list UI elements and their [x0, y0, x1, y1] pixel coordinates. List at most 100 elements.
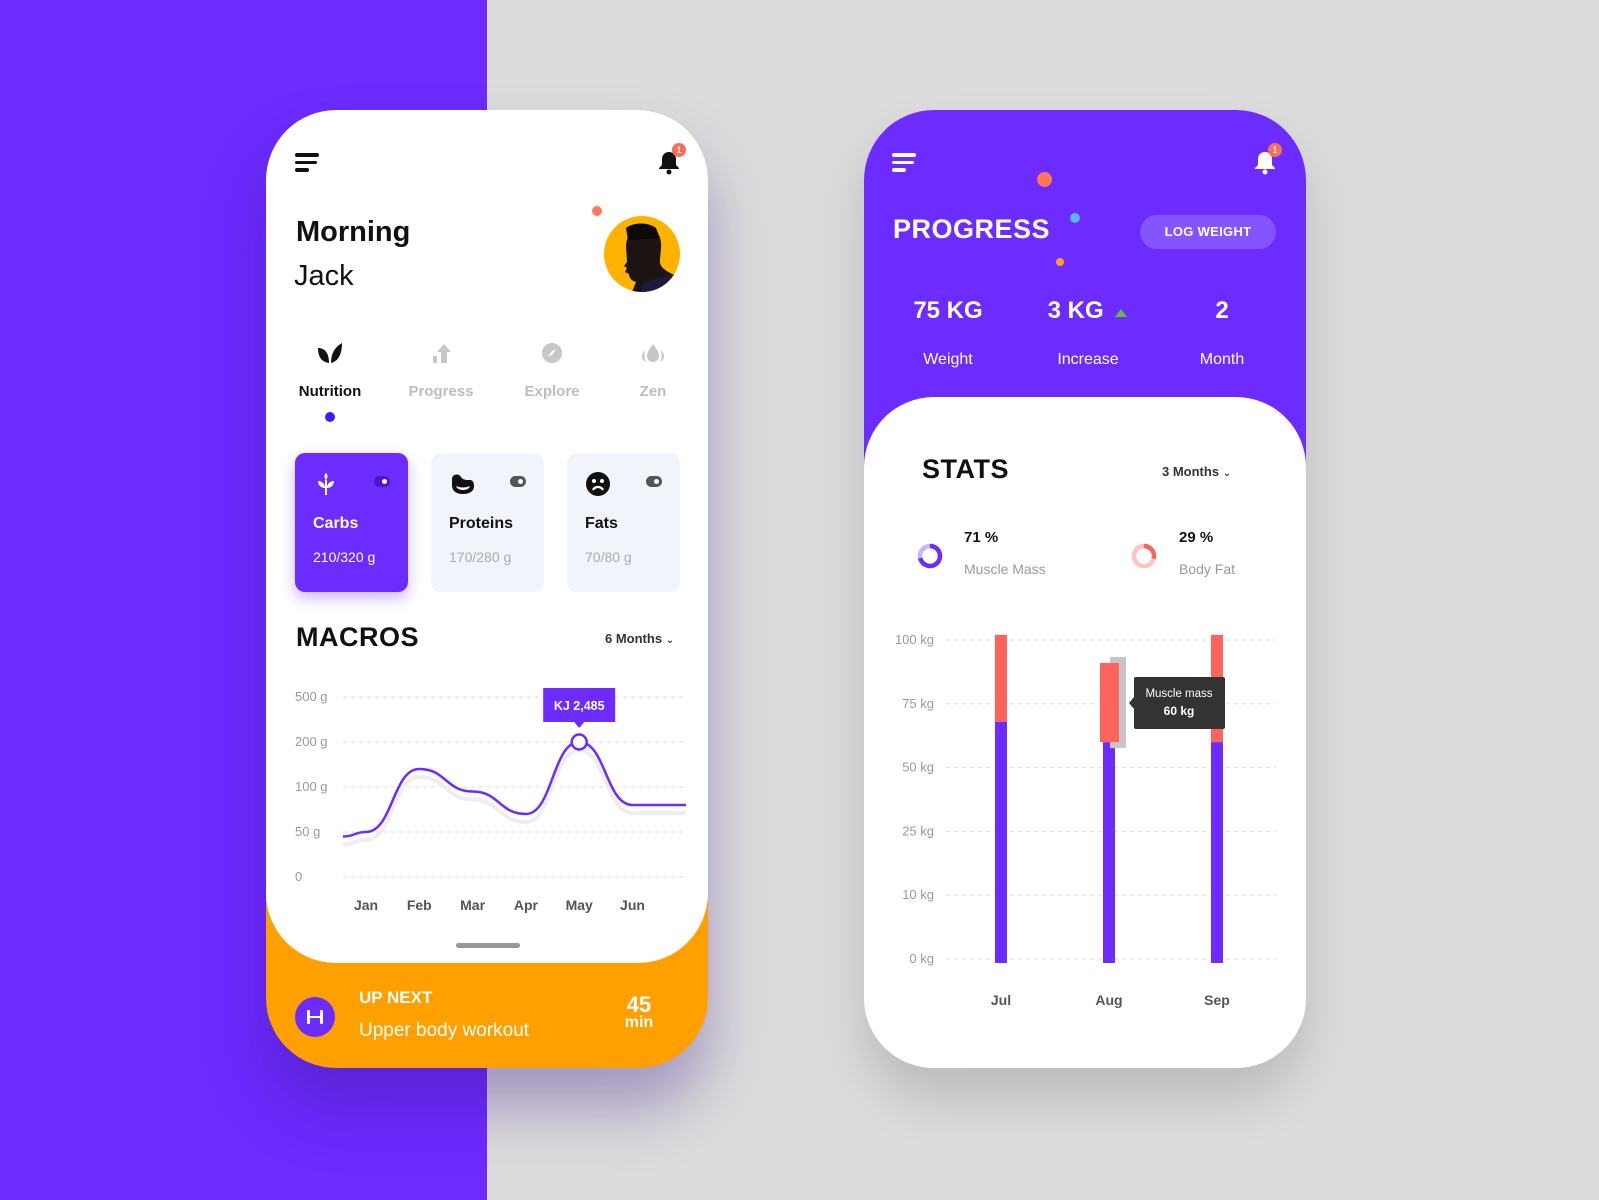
- stat-value: 2: [1215, 297, 1229, 324]
- nutrition-sheet: 1 Morning Jack Nutrition Progress Explor…: [266, 110, 708, 963]
- body-fat-value: 29 %: [1179, 529, 1214, 546]
- x-tick-label: Jun: [620, 897, 645, 913]
- chart-arrow-icon: [433, 344, 451, 363]
- stat-month: 2 Month: [1162, 297, 1282, 369]
- progress-screen: 1 PROGRESS LOG WEIGHT 75 KG Weight 3 KG …: [864, 110, 1306, 1068]
- stat-label: Increase: [1057, 351, 1119, 368]
- chart-tooltip: [1134, 677, 1225, 729]
- macros-period-dropdown[interactable]: 6 Months ⌄: [605, 631, 674, 646]
- macro-name: Fats: [585, 515, 618, 532]
- decor-dot: [1037, 172, 1052, 187]
- macro-value: 170/280 g: [449, 549, 512, 565]
- muscle-mass-label: Muscle Mass: [964, 561, 1046, 577]
- notification-badge: 1: [1268, 143, 1282, 157]
- macro-value: 70/80 g: [585, 549, 632, 565]
- x-tick-label: Mar: [460, 897, 485, 913]
- x-tick-label: Sep: [1204, 992, 1230, 1008]
- greeting: Morning: [296, 216, 411, 248]
- decor-dot: [1056, 258, 1064, 266]
- bar-muscle-mass: [995, 721, 1007, 963]
- notification-button[interactable]: 1: [1253, 143, 1282, 176]
- tab-label: Progress: [408, 383, 474, 400]
- macro-value: 210/320 g: [313, 549, 376, 565]
- macros-chart: 0 50 g 100 g 200 g 500 g Jan Feb Mar Apr May Jun KJ…: [295, 688, 686, 913]
- bar-muscle-mass: [1103, 742, 1115, 963]
- progress-title: PROGRESS: [893, 214, 1051, 244]
- tooltip-label: KJ 2,485: [554, 699, 605, 713]
- bar-muscle-mass: [1211, 742, 1223, 963]
- duration-unit: min: [624, 1014, 654, 1031]
- x-tick-label: Jan: [354, 897, 378, 913]
- up-next-label: UP NEXT: [359, 988, 433, 1007]
- body-fat-label: Body Fat: [1179, 561, 1236, 577]
- stat-increase: 3 KG Increase: [1028, 297, 1148, 369]
- notification-button[interactable]: 1: [657, 143, 686, 176]
- stat-value: 75 KG: [913, 297, 983, 324]
- stats-chart: 0 kg 10 kg 25 kg 50 kg 75 kg 100 kg Jul Aug Sep M…: [895, 632, 1276, 1008]
- stats-title: STATS: [922, 454, 1009, 484]
- active-tab-indicator: [325, 412, 335, 422]
- tab-label: Zen: [639, 383, 667, 400]
- y-tick-label: 0 kg: [909, 951, 934, 966]
- macro-card-proteins[interactable]: Proteins 170/280 g: [431, 453, 544, 592]
- stats-sheet: STATS 3 Months ⌄ 71 % Muscle Mass 29 % B…: [864, 397, 1306, 1068]
- log-weight-button[interactable]: LOG WEIGHT: [1140, 215, 1276, 249]
- macro-toggle[interactable]: [510, 476, 526, 487]
- tab-label: Explore: [524, 383, 580, 400]
- stats-period-dropdown[interactable]: 3 Months ⌄: [1162, 464, 1231, 479]
- y-tick-label: 0: [295, 869, 302, 884]
- wheat-icon: [318, 473, 334, 495]
- y-tick-label: 500 g: [295, 689, 328, 704]
- x-tick-label: Jul: [991, 992, 1011, 1008]
- trend-up-icon: [1115, 309, 1128, 317]
- x-tick-label: Aug: [1095, 992, 1122, 1008]
- body-fat-donut: [1131, 543, 1157, 569]
- macro-toggle[interactable]: [374, 476, 390, 487]
- tab-nutrition[interactable]: Nutrition: [285, 342, 375, 400]
- macro-toggle[interactable]: [646, 476, 662, 487]
- tooltip-pointer: [1129, 697, 1134, 709]
- avatar[interactable]: [604, 216, 680, 292]
- y-tick-label: 25 kg: [902, 823, 934, 838]
- highlight-point: [570, 733, 588, 751]
- lotus-icon: [641, 344, 665, 362]
- period-label: 3 Months: [1162, 464, 1220, 479]
- y-tick-label: 100 g: [295, 779, 328, 794]
- x-tick-label: Feb: [407, 897, 432, 913]
- notification-badge: 1: [672, 143, 686, 157]
- macro-card-fats[interactable]: Fats 70/80 g: [567, 453, 680, 592]
- macro-card-carbs[interactable]: Carbs 210/320 g: [295, 453, 408, 592]
- nutrition-screen: 1 Morning Jack Nutrition Progress Explor…: [266, 110, 708, 1068]
- muscle-mass-value: 71 %: [964, 529, 999, 546]
- y-tick-label: 75 kg: [902, 696, 934, 711]
- macros-title: MACROS: [296, 622, 419, 652]
- sad-face-icon: [586, 472, 610, 496]
- decor-dot: [1070, 213, 1080, 223]
- y-tick-label: 50 g: [295, 824, 320, 839]
- tab-progress[interactable]: Progress: [396, 342, 486, 400]
- compass-icon: [542, 343, 562, 363]
- tooltip-value: 60 kg: [1164, 704, 1195, 718]
- workout-name[interactable]: Upper body workout: [359, 1020, 529, 1042]
- macro-name: Proteins: [449, 515, 514, 532]
- tab-explore[interactable]: Explore: [507, 342, 597, 400]
- bar-body-fat: [995, 634, 1007, 722]
- y-tick-label: 200 g: [295, 734, 328, 749]
- user-name: Jack: [294, 260, 354, 292]
- bar-body-fat: [1100, 662, 1119, 743]
- tab-zen[interactable]: Zen: [608, 342, 698, 400]
- steak-icon: [452, 474, 474, 494]
- menu-icon[interactable]: [892, 153, 918, 173]
- home-indicator[interactable]: [456, 943, 520, 948]
- period-label: 6 Months: [605, 631, 663, 646]
- stat-value: 3 KG: [1047, 297, 1104, 324]
- stat-label: Weight: [923, 351, 973, 368]
- workout-duration: 45 min: [616, 992, 662, 1032]
- y-tick-label: 50 kg: [902, 760, 934, 775]
- menu-icon[interactable]: [295, 153, 321, 173]
- profile-photo: [624, 223, 680, 292]
- macro-name: Carbs: [313, 515, 359, 532]
- leaf-icon: [318, 343, 342, 363]
- y-tick-label: 10 kg: [902, 887, 934, 902]
- y-tick-label: 100 kg: [895, 632, 934, 647]
